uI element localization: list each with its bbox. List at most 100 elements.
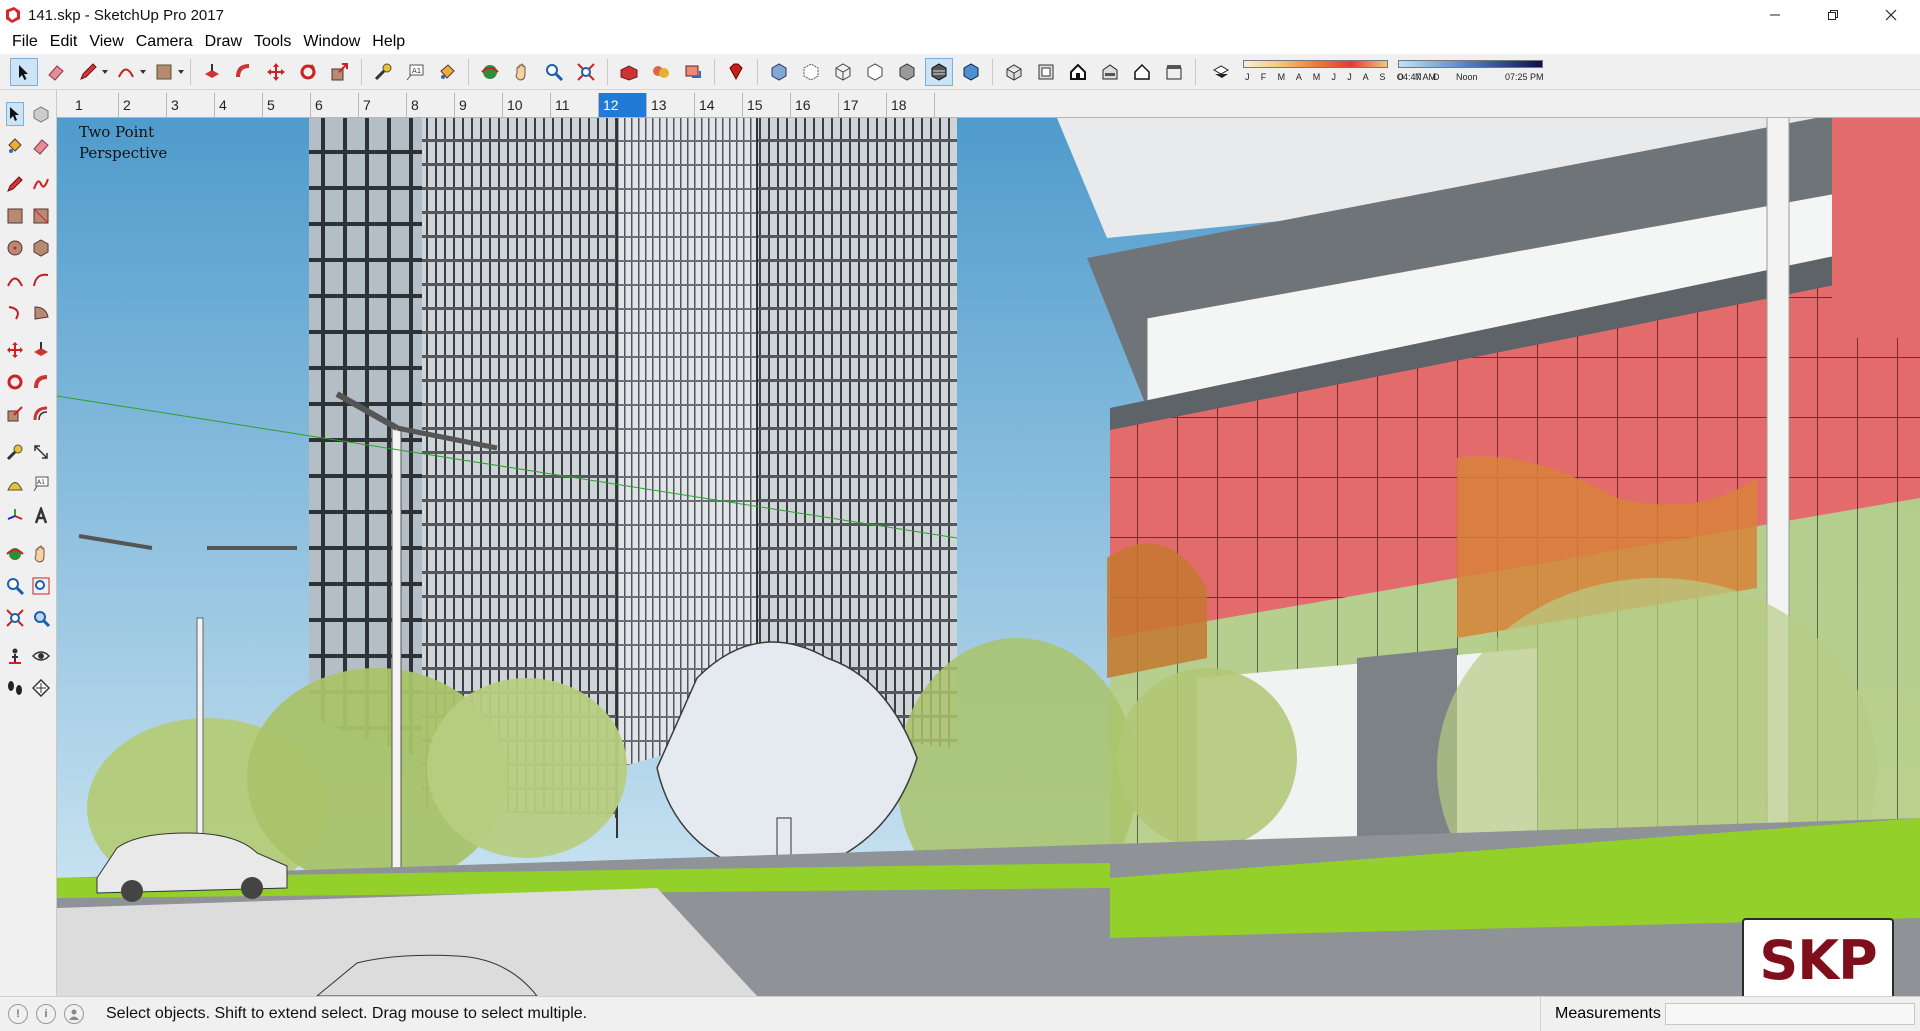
- tool-orbit[interactable]: [6, 542, 24, 566]
- menu-file[interactable]: File: [6, 30, 44, 54]
- back-view-button[interactable]: [1128, 58, 1156, 86]
- scene-tab-13[interactable]: 13: [647, 93, 695, 117]
- menu-draw[interactable]: Draw: [199, 30, 248, 54]
- orbit-button[interactable]: [476, 58, 504, 86]
- tool-zoom-extents[interactable]: [6, 606, 24, 630]
- close-button[interactable]: [1862, 0, 1920, 30]
- tool-zoom[interactable]: [6, 574, 24, 598]
- tool-follow-me[interactable]: [32, 370, 50, 394]
- extension-warehouse-button[interactable]: [722, 58, 750, 86]
- scene-tab-7[interactable]: 7: [359, 93, 407, 117]
- shadow-time-slider[interactable]: 04:47 AM Noon 07:25 PM: [1398, 57, 1544, 87]
- line-tool-button[interactable]: [74, 58, 108, 86]
- wireframe-button[interactable]: [829, 58, 857, 86]
- menu-tools[interactable]: Tools: [248, 30, 297, 54]
- monochrome-button[interactable]: [957, 58, 985, 86]
- tool-arc[interactable]: [6, 268, 24, 292]
- tool-rectangle[interactable]: [6, 204, 24, 228]
- shaded-with-textures-button[interactable]: [925, 57, 953, 86]
- scale-button[interactable]: [326, 58, 354, 86]
- restore-button[interactable]: [1804, 0, 1862, 30]
- menu-view[interactable]: View: [83, 30, 129, 54]
- tool-pan[interactable]: [32, 542, 50, 566]
- tool-rotate[interactable]: [6, 370, 24, 394]
- tool-line[interactable]: [6, 172, 24, 196]
- front-view-button[interactable]: [1064, 58, 1092, 86]
- tool-3point-arc[interactable]: [6, 300, 24, 324]
- tool-tape-measure[interactable]: [6, 440, 24, 464]
- follow-me-button[interactable]: [230, 58, 258, 86]
- tool-2point-arc[interactable]: [32, 268, 50, 292]
- tool-freehand[interactable]: [32, 172, 50, 196]
- tape-measure-button[interactable]: [369, 58, 397, 86]
- scene-tab-2[interactable]: 2: [119, 93, 167, 117]
- shaded-button[interactable]: [893, 58, 921, 86]
- right-view-button[interactable]: [1096, 58, 1124, 86]
- menu-window[interactable]: Window: [297, 30, 366, 54]
- tool-move[interactable]: [6, 338, 24, 362]
- share-model-button[interactable]: [679, 58, 707, 86]
- scene-tab-14[interactable]: 14: [695, 93, 743, 117]
- back-edges-button[interactable]: [797, 58, 825, 86]
- tool-walk[interactable]: [6, 676, 24, 700]
- move-button[interactable]: [262, 58, 290, 86]
- text-tool-button[interactable]: A1: [401, 58, 429, 86]
- rotate-button[interactable]: [294, 58, 322, 86]
- tool-rotated-rectangle[interactable]: [32, 204, 50, 228]
- tool-position-camera[interactable]: [6, 644, 24, 668]
- menu-edit[interactable]: Edit: [44, 30, 84, 54]
- scene-tab-1[interactable]: 1: [71, 93, 119, 117]
- tool-paint-bucket[interactable]: [6, 134, 24, 158]
- tool-polygon[interactable]: [32, 236, 50, 260]
- tool-look-around[interactable]: [32, 644, 50, 668]
- push-pull-button[interactable]: [198, 58, 226, 86]
- time-slider-track[interactable]: [1398, 59, 1543, 68]
- tool-offset[interactable]: [32, 402, 50, 426]
- tool-dimension[interactable]: [32, 440, 50, 464]
- date-slider-track[interactable]: [1243, 59, 1388, 68]
- hidden-line-button[interactable]: [861, 58, 889, 86]
- measurements-input[interactable]: [1665, 1003, 1915, 1025]
- scene-tab-17[interactable]: 17: [839, 93, 887, 117]
- scene-tab-4[interactable]: 4: [215, 93, 263, 117]
- tool-circle[interactable]: [6, 236, 24, 260]
- zoom-extents-button[interactable]: [572, 58, 600, 86]
- tool-eraser[interactable]: [32, 134, 50, 158]
- credits-status-icon[interactable]: i: [36, 1003, 56, 1024]
- model-viewport[interactable]: Two Point Perspective SKP: [57, 118, 1920, 996]
- tool-scale[interactable]: [6, 402, 24, 426]
- tool-pie[interactable]: [32, 300, 50, 324]
- tool-section-plane[interactable]: [32, 676, 50, 700]
- top-view-button[interactable]: [1032, 58, 1060, 86]
- scene-tab-18[interactable]: 18: [887, 93, 935, 117]
- iso-view-button[interactable]: [1000, 58, 1028, 86]
- tool-previous-view[interactable]: [32, 606, 50, 630]
- scene-tab-15[interactable]: 15: [743, 93, 791, 117]
- display-shadows-button[interactable]: [1207, 57, 1235, 85]
- pan-button[interactable]: [508, 58, 536, 86]
- tool-protractor[interactable]: [6, 472, 24, 496]
- tool-axes[interactable]: [6, 504, 24, 528]
- eraser-button[interactable]: [42, 58, 70, 86]
- geolocation-status-icon[interactable]: !: [8, 1003, 28, 1024]
- tool-zoom-window[interactable]: [32, 574, 50, 598]
- arc-tool-button[interactable]: [112, 58, 146, 86]
- scene-tab-6[interactable]: 6: [311, 93, 359, 117]
- menu-camera[interactable]: Camera: [130, 30, 199, 54]
- minimize-button[interactable]: [1746, 0, 1804, 30]
- scene-tab-10[interactable]: 10: [503, 93, 551, 117]
- left-view-button[interactable]: [1160, 58, 1188, 86]
- rectangle-tool-button[interactable]: [150, 58, 184, 86]
- sketchup-app-icon[interactable]: [4, 6, 22, 24]
- shadow-date-slider[interactable]: J F M A M J J A S O N D: [1243, 57, 1439, 87]
- scene-tab-3[interactable]: 3: [167, 93, 215, 117]
- scene-tab-16[interactable]: 16: [791, 93, 839, 117]
- components-button[interactable]: [647, 58, 675, 86]
- tool-make-component[interactable]: [32, 102, 50, 126]
- scene-tab-12[interactable]: 12: [599, 93, 647, 117]
- zoom-button[interactable]: [540, 58, 568, 86]
- tool-select[interactable]: [6, 102, 24, 126]
- tool-3d-text[interactable]: [32, 504, 50, 528]
- xray-style-button[interactable]: [765, 58, 793, 86]
- scene-tab-9[interactable]: 9: [455, 93, 503, 117]
